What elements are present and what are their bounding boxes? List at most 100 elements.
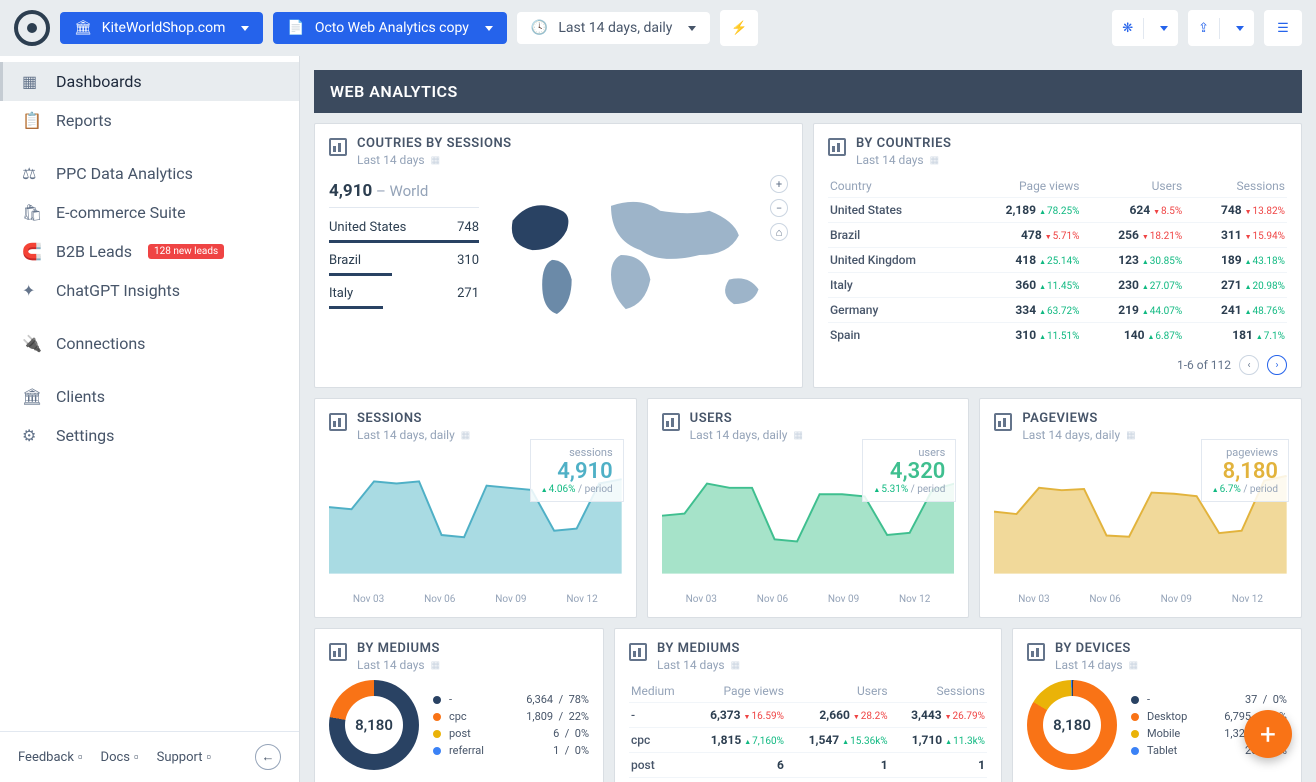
country-row: Italy 271 xyxy=(329,280,479,313)
table-header: Users xyxy=(786,680,890,703)
chart-icon xyxy=(662,413,680,431)
file-icon: 📄 xyxy=(287,20,304,36)
content-area: WEB ANALYTICS COUTRIES BY SESSIONS Last … xyxy=(300,56,1316,782)
legend-name: Mobile xyxy=(1147,727,1216,740)
sidebar-item-chatgpt[interactable]: ✦ ChatGPT Insights xyxy=(0,271,299,310)
pager-prev[interactable]: ‹ xyxy=(1239,355,1259,375)
sidebar-item-clients[interactable]: 🏛 Clients xyxy=(0,377,299,416)
legend-dot xyxy=(1131,730,1139,738)
card-subtitle: Last 14 days xyxy=(1055,658,1138,672)
sidebar-item-b2b[interactable]: 🧲 B2B Leads 128 new leads xyxy=(0,232,299,271)
pager-text: 1-6 of 112 xyxy=(1177,358,1231,372)
nav-icon: 🧲 xyxy=(22,242,40,261)
map-home[interactable]: ⌂ xyxy=(770,223,788,241)
topbar: 🏛 KiteWorldShop.com 📄 Octo Web Analytics… xyxy=(0,0,1316,56)
map-zoom-out[interactable]: − xyxy=(770,199,788,217)
card-subtitle: Last 14 days xyxy=(657,658,740,672)
table-header: Medium xyxy=(629,680,689,703)
legend-dot xyxy=(433,747,441,755)
clock-icon: 🕓 xyxy=(531,20,548,36)
legend-row: - 6,364 / 78% xyxy=(433,691,589,708)
nav-label: PPC Data Analytics xyxy=(56,164,193,183)
site-name: KiteWorldShop.com xyxy=(102,20,226,36)
card-subtitle: Last 14 days, daily xyxy=(1022,428,1135,442)
legend-dot xyxy=(1131,696,1139,704)
date-range-selector[interactable]: 🕓 Last 14 days, daily xyxy=(517,12,711,44)
sidebar-item-connections[interactable]: 🔌 Connections xyxy=(0,324,299,363)
legend-name: referral xyxy=(449,744,545,757)
nav-label: Clients xyxy=(56,387,105,406)
country-name: Brazil xyxy=(329,253,361,268)
sidebar-item-ecommerce[interactable]: 🛍 E-commerce Suite xyxy=(0,193,299,232)
map-zoom-in[interactable]: + xyxy=(770,175,788,193)
chart-icon xyxy=(329,643,347,661)
nav-label: ChatGPT Insights xyxy=(56,281,180,300)
card-subtitle: Last 14 days, daily xyxy=(357,428,470,442)
share-button[interactable]: ⇪ xyxy=(1188,10,1254,46)
chart-icon xyxy=(629,643,647,661)
chart-icon xyxy=(329,138,347,156)
share-icon: ⇪ xyxy=(1198,21,1209,36)
legend-value: 6,364 / 78% xyxy=(526,693,589,706)
docs-link[interactable]: Docs ▫ xyxy=(101,749,139,765)
card-title: BY COUNTRIES xyxy=(856,136,951,151)
sun-icon: ❋ xyxy=(1122,21,1133,36)
table-row: United Kingdom 418 25.14% 123 30.85% 189… xyxy=(828,248,1287,273)
site-selector[interactable]: 🏛 KiteWorldShop.com xyxy=(60,12,263,44)
sidebar-item-settings[interactable]: ⚙ Settings xyxy=(0,416,299,455)
legend-dot xyxy=(1131,713,1139,721)
card-mediums-table: BY MEDIUMSLast 14 days MediumPage viewsU… xyxy=(614,628,1002,782)
dashboard-name: Octo Web Analytics copy xyxy=(315,20,469,36)
menu-button[interactable]: ☰ xyxy=(1264,10,1302,46)
theme-toggle[interactable]: ❋ xyxy=(1112,10,1178,46)
card-subtitle: Last 14 days, daily xyxy=(690,428,803,442)
external-icon: ▫ xyxy=(78,749,83,765)
external-icon: ▫ xyxy=(134,749,139,765)
chart-icon xyxy=(828,138,846,156)
refresh-button[interactable]: ⚡ xyxy=(720,10,758,46)
arrow-left-icon: ← xyxy=(262,749,275,765)
sidebar-item-reports[interactable]: 📋 Reports xyxy=(0,101,299,140)
nav-icon: ⚙ xyxy=(22,426,40,445)
section-header: WEB ANALYTICS xyxy=(314,70,1302,113)
card-title: BY MEDIUMS xyxy=(357,641,440,656)
countries-table: CountryPage viewsUsersSessions United St… xyxy=(828,175,1287,347)
table-header: Country xyxy=(828,175,964,198)
fab-add[interactable]: + xyxy=(1244,710,1292,758)
table-row: post 6 1 1 xyxy=(629,753,987,778)
table-row: cpc 1,815 7,160% 1,547 15.36k% 1,710 11.… xyxy=(629,728,987,753)
card-devices-donut: BY DEVICESLast 14 days 8,180 - 37 / 0% D… xyxy=(1012,628,1302,782)
support-link[interactable]: Support ▫ xyxy=(157,749,211,765)
table-header: Sessions xyxy=(1184,175,1287,198)
nav-label: B2B Leads xyxy=(56,242,132,261)
legend-value: 1,809 / 22% xyxy=(526,710,589,723)
card-countries-map: COUTRIES BY SESSIONS Last 14 days 4,910 … xyxy=(314,123,803,388)
chart-icon xyxy=(329,413,347,431)
nav-label: Connections xyxy=(56,334,145,353)
dashboard-selector[interactable]: 📄 Octo Web Analytics copy xyxy=(273,12,507,44)
table-row: - 6,373 16.59% 2,660 28.2% 3,443 26.79% xyxy=(629,703,987,728)
nav-icon: 📋 xyxy=(22,111,40,130)
legend-row: - 37 / 0% xyxy=(1131,691,1287,708)
card-subtitle: Last 14 days xyxy=(856,153,951,167)
collapse-sidebar-button[interactable]: ← xyxy=(255,744,281,770)
legend-row: referral 1 / 0% xyxy=(433,742,589,759)
nav-label: Settings xyxy=(56,426,114,445)
country-value: 310 xyxy=(457,253,479,268)
pager-next[interactable]: › xyxy=(1267,355,1287,375)
external-icon: ▫ xyxy=(207,749,212,765)
card-title: PAGEVIEWS xyxy=(1022,411,1135,426)
table-header: Users xyxy=(1081,175,1184,198)
feedback-link[interactable]: Feedback ▫ xyxy=(18,749,83,765)
world-map[interactable]: + − ⌂ xyxy=(493,175,788,335)
legend-value: 6 / 0% xyxy=(553,727,589,740)
date-range: Last 14 days, daily xyxy=(558,20,672,36)
table-row: United States 2,189 78.25% 624 8.5% 748 … xyxy=(828,198,1287,223)
spark-summary: users 4,320 5.31% / period xyxy=(862,439,956,502)
sidebar-item-dashboards[interactable]: ▦ Dashboards xyxy=(0,62,299,101)
nav-label: Reports xyxy=(56,111,112,130)
x-axis: Nov 03Nov 06Nov 09Nov 12 xyxy=(994,594,1287,605)
sidebar-item-ppc[interactable]: ⚖ PPC Data Analytics xyxy=(0,154,299,193)
legend-name: Tablet xyxy=(1147,744,1237,757)
donut-center: 8,180 xyxy=(345,696,403,754)
